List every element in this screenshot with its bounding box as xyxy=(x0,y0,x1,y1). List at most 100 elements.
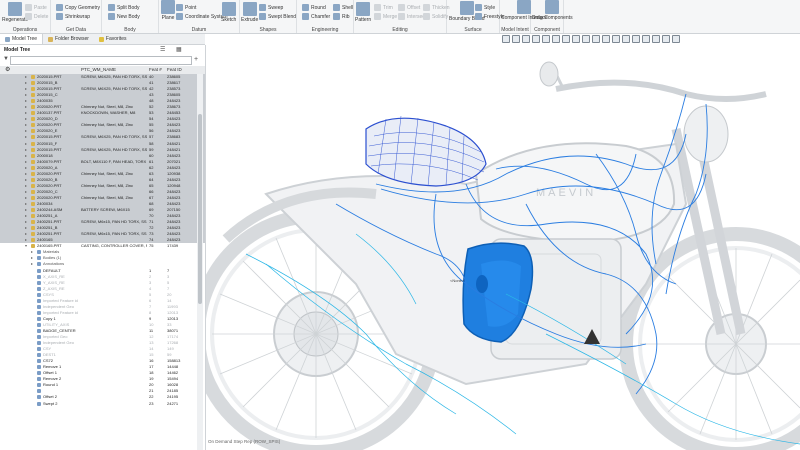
sweep-button[interactable]: Sweep xyxy=(259,4,283,11)
graphics-viewport[interactable]: MAEVIN <None> xyxy=(206,34,800,450)
part-icon xyxy=(31,141,35,146)
part-icon xyxy=(31,129,35,134)
coordinate-system-button[interactable]: Coordinate System xyxy=(176,13,228,20)
group-label-shapes[interactable]: Shapes xyxy=(240,27,296,33)
plane-icon xyxy=(161,0,175,14)
sketch-icon xyxy=(221,2,236,16)
column-feat-id[interactable]: Feat ID xyxy=(167,67,182,72)
delete-button[interactable]: Delete xyxy=(25,13,48,20)
solidify-button[interactable]: Solidify xyxy=(423,13,448,20)
tree-filter-input[interactable] xyxy=(10,56,192,65)
split-body-button[interactable]: Split Body xyxy=(108,4,140,11)
paste-button[interactable]: Paste xyxy=(25,4,47,11)
feature-icon xyxy=(37,347,41,352)
gear-icon[interactable]: ⚙ xyxy=(5,66,10,73)
part-icon xyxy=(31,153,35,158)
part-icon xyxy=(31,159,35,164)
group-label-get-data[interactable]: Get Data xyxy=(51,27,101,33)
filter-icon[interactable]: ▼ xyxy=(3,56,9,62)
chamfer-button[interactable]: Chamfer xyxy=(302,13,330,20)
part-icon xyxy=(31,214,35,219)
plane-button[interactable]: Plane xyxy=(161,0,175,21)
feature-icon xyxy=(37,316,41,321)
trim-icon xyxy=(374,4,381,11)
feature-icon xyxy=(37,280,41,285)
part-icon xyxy=(31,117,35,122)
group-label-datum[interactable]: Datum xyxy=(159,27,239,33)
part-icon xyxy=(31,238,35,243)
rib-icon xyxy=(333,13,340,20)
group-label-model-intent[interactable]: Model Intent xyxy=(500,27,530,33)
column-feat-no[interactable]: Feat # xyxy=(149,67,162,72)
group-label-operations[interactable]: Operations xyxy=(0,27,50,33)
offset-button[interactable]: Offset xyxy=(398,4,420,11)
column-description[interactable]: PTC_WM_NAME xyxy=(81,67,116,72)
group-label-surface[interactable]: Surface xyxy=(447,27,499,33)
part-icon xyxy=(31,177,35,182)
part-icon xyxy=(31,208,35,213)
part-icon xyxy=(31,123,35,128)
scrollbar-thumb[interactable] xyxy=(198,114,202,304)
style-button[interactable]: Style xyxy=(475,4,495,11)
pattern-icon xyxy=(356,2,371,16)
point-button[interactable]: Point xyxy=(176,4,196,11)
chamfer-icon xyxy=(302,13,309,20)
thicken-icon xyxy=(423,4,430,11)
pattern-button[interactable]: Pattern xyxy=(355,2,371,23)
tree-row-feat-id: 24271 xyxy=(167,400,179,406)
part-icon xyxy=(31,220,35,225)
group-label-editing[interactable]: Editing xyxy=(354,27,446,33)
feature-icon xyxy=(37,322,41,327)
group-label-body[interactable]: Body xyxy=(102,27,158,33)
feature-icon xyxy=(37,389,41,394)
swept-blend-button[interactable]: Swept Blend xyxy=(259,13,296,20)
rib-button[interactable]: Rib xyxy=(333,13,350,20)
tree-settings-icon[interactable]: ☰ xyxy=(160,46,165,53)
group-body: Split Body New Body Body xyxy=(102,0,159,33)
intersect-button[interactable]: Intersect xyxy=(398,13,426,20)
new-body-button[interactable]: New Body xyxy=(108,13,140,20)
show-icon[interactable]: ▦ xyxy=(176,46,182,53)
mirror xyxy=(539,61,559,87)
tab-model-tree[interactable]: Model Tree xyxy=(0,34,44,44)
add-column-icon[interactable]: + xyxy=(194,56,198,63)
feature-icon xyxy=(37,298,41,303)
part-icon xyxy=(31,93,35,98)
part-icon xyxy=(31,189,35,194)
feature-icon xyxy=(37,286,41,291)
trim-button[interactable]: Trim xyxy=(374,4,393,11)
round-icon xyxy=(302,4,309,11)
part-icon xyxy=(31,147,35,152)
feature-icon xyxy=(37,371,41,376)
group-get-data: Copy Geometry Shrinkwrap Get Data xyxy=(51,0,102,33)
sketch-button[interactable]: Sketch xyxy=(221,2,236,23)
feature-icon xyxy=(37,310,41,315)
copy-geometry-button[interactable]: Copy Geometry xyxy=(56,4,100,11)
tree-scrollbar[interactable] xyxy=(197,74,203,450)
feature-icon xyxy=(37,256,41,261)
merge-button[interactable]: Merge xyxy=(374,13,397,20)
feature-icon xyxy=(37,328,41,333)
group-label-component[interactable]: Component xyxy=(531,27,563,33)
group-model-intent: Component Interface Model Intent xyxy=(500,0,548,33)
copy-geometry-icon xyxy=(56,4,63,11)
tree-row[interactable]: Swept 2 23 24271 xyxy=(0,401,205,407)
feature-icon xyxy=(37,359,41,364)
group-editing: Pattern Trim Merge Offset Intersect Thic… xyxy=(354,0,450,33)
regenerate-icon xyxy=(8,2,23,16)
shrinkwrap-button[interactable]: Shrinkwrap xyxy=(56,13,90,20)
drag-components-button[interactable]: Drag Components xyxy=(532,0,573,21)
group-label-engineering[interactable]: Engineering xyxy=(297,27,353,33)
part-icon xyxy=(31,105,35,110)
tab-favorites[interactable]: Favorites xyxy=(94,34,132,44)
tab-folder-browser[interactable]: Folder Browser xyxy=(43,34,94,44)
group-component: Drag Components Component xyxy=(531,0,573,33)
boundary-blend-icon xyxy=(459,1,474,15)
part-icon xyxy=(31,135,35,140)
round-button[interactable]: Round xyxy=(302,4,326,11)
extrude-button[interactable]: Extrude xyxy=(241,2,258,23)
shell-button[interactable]: Shell xyxy=(333,4,353,11)
handlebar xyxy=(555,79,767,102)
thicken-button[interactable]: Thicken xyxy=(423,4,450,11)
point-icon xyxy=(176,4,183,11)
